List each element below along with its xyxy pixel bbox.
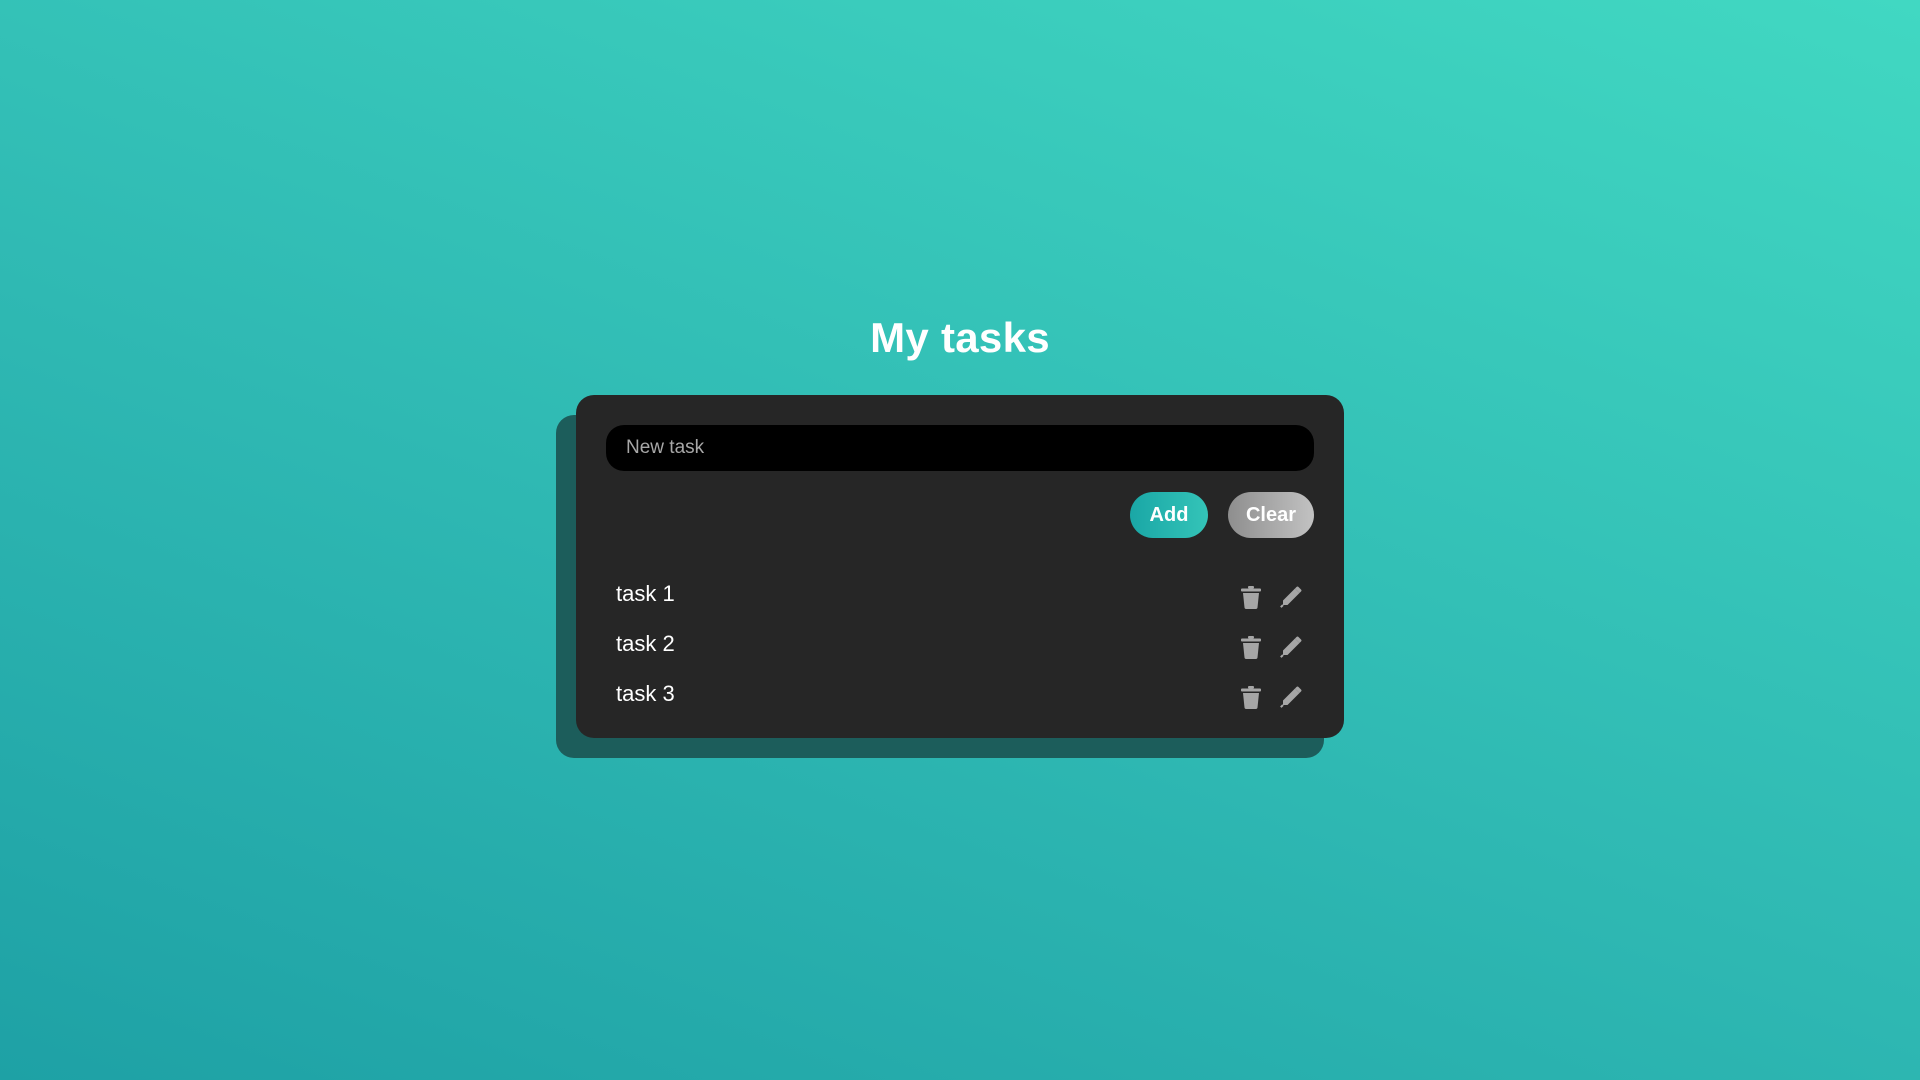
task-list: task 1 task 2 task 3 <box>616 568 1304 718</box>
tasks-card: Add Clear task 1 <box>576 395 1344 738</box>
pencil-icon[interactable] <box>1280 585 1302 609</box>
task-label: task 1 <box>616 581 675 606</box>
new-task-input[interactable] <box>606 425 1314 471</box>
trash-icon[interactable] <box>1240 685 1262 709</box>
task-row: task 3 <box>616 668 1304 718</box>
trash-icon[interactable] <box>1240 585 1262 609</box>
task-row: task 2 <box>616 618 1304 668</box>
add-button[interactable]: Add <box>1130 492 1208 538</box>
task-row: task 1 <box>616 568 1304 618</box>
pencil-icon[interactable] <box>1280 685 1302 709</box>
task-actions <box>1240 677 1304 709</box>
clear-button[interactable]: Clear <box>1228 492 1314 538</box>
task-actions <box>1240 577 1304 609</box>
task-label: task 2 <box>616 631 675 656</box>
task-label: task 3 <box>616 681 675 706</box>
trash-icon[interactable] <box>1240 635 1262 659</box>
task-actions <box>1240 627 1304 659</box>
pencil-icon[interactable] <box>1280 635 1302 659</box>
page-title: My tasks <box>870 314 1050 361</box>
